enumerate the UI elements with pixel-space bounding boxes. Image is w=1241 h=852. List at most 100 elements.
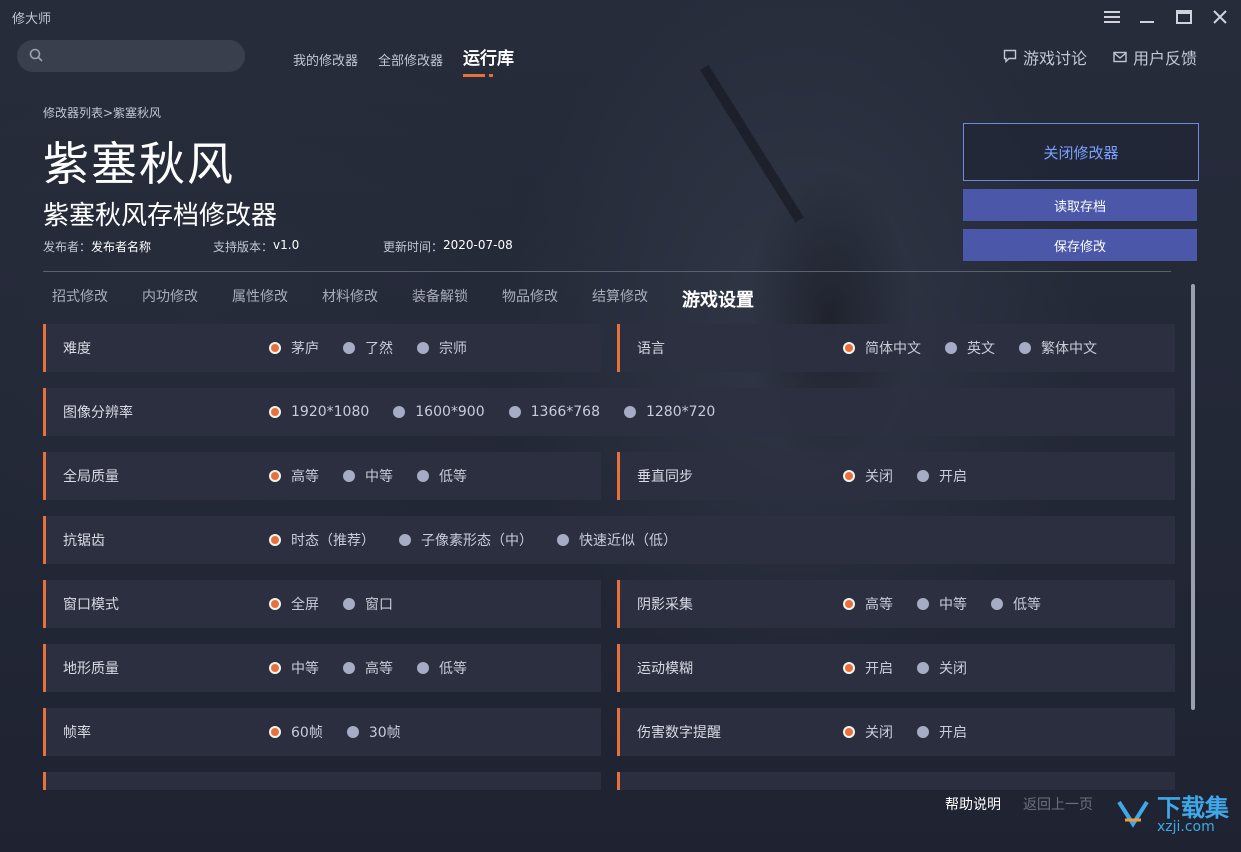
radio-icon <box>917 470 929 482</box>
game-title: 紫塞秋风 <box>43 137 235 191</box>
radio-option[interactable]: 中等 <box>269 658 319 678</box>
tab-materials[interactable]: 材料修改 <box>313 286 403 312</box>
back-link[interactable]: 返回上一页 <box>1023 794 1093 814</box>
meta-info: 发布者： 发布者名称 支持版本： v1.0 更新时间： 2020-07-08 <box>43 238 513 255</box>
menu-icon[interactable] <box>1101 6 1123 28</box>
read-save-button[interactable]: 读取存档 <box>963 189 1197 221</box>
publisher-info: 发布者： 发布者名称 <box>43 238 213 255</box>
option-group: 关闭 开启 <box>843 722 991 742</box>
radio-option[interactable]: 60帧 <box>269 722 323 742</box>
setting-row-partial <box>43 772 601 790</box>
radio-option[interactable]: 关闭 <box>843 722 893 742</box>
radio-option[interactable]: 子像素形态（中） <box>399 530 533 550</box>
option-group: 茅庐 了然 宗师 <box>269 338 491 358</box>
setting-label: 阴影采集 <box>637 597 693 613</box>
radio-option[interactable]: 开启 <box>843 658 893 678</box>
tab-moves[interactable]: 招式修改 <box>43 286 133 312</box>
settings-panel: 难度 茅庐 了然 宗师 语言 简体中文 英文 繁体中文 图像分辨率 1920*1… <box>43 324 1183 790</box>
radio-option[interactable]: 快速近似（低） <box>557 530 677 550</box>
tab-equipment-unlock[interactable]: 装备解锁 <box>403 286 493 312</box>
radio-option[interactable]: 关闭 <box>843 466 893 486</box>
setting-language: 语言 简体中文 英文 繁体中文 <box>617 324 1175 372</box>
tab-game-settings[interactable]: 游戏设置 <box>673 286 763 312</box>
radio-option[interactable]: 低等 <box>417 466 467 486</box>
radio-option[interactable]: 关闭 <box>917 658 967 678</box>
close-icon[interactable] <box>1209 6 1231 28</box>
right-nav: 游戏讨论 用户反馈 <box>1003 45 1197 69</box>
radio-option[interactable]: 时态（推荐） <box>269 530 375 550</box>
top-nav: 我的修改器 全部修改器 运行库 <box>293 44 514 77</box>
radio-option[interactable]: 宗师 <box>417 338 467 358</box>
breadcrumb: 修改器列表>紫塞秋风 <box>43 106 162 120</box>
option-label: 茅庐 <box>291 341 319 357</box>
option-label: 全屏 <box>291 597 319 613</box>
setting-antialiasing: 抗锯齿 时态（推荐） 子像素形态（中） 快速近似（低） <box>43 516 1175 564</box>
tab-items[interactable]: 物品修改 <box>493 286 583 312</box>
radio-option[interactable]: 全屏 <box>269 594 319 614</box>
game-discussion-link[interactable]: 游戏讨论 <box>1003 45 1087 69</box>
radio-option[interactable]: 开启 <box>917 722 967 742</box>
publisher-value: 发布者名称 <box>91 240 152 254</box>
radio-selected-icon <box>269 726 281 738</box>
radio-icon <box>917 726 929 738</box>
watermark-logo-icon <box>1115 796 1151 834</box>
app-title: 修大师 <box>12 12 52 27</box>
option-label: 高等 <box>865 597 893 613</box>
setting-label: 运动模糊 <box>637 661 693 677</box>
header-divider <box>43 271 1171 272</box>
radio-option[interactable]: 低等 <box>417 658 467 678</box>
nav-my-modifiers[interactable]: 我的修改器 <box>293 50 358 73</box>
radio-option[interactable]: 窗口 <box>343 594 393 614</box>
setting-global-quality: 全局质量 高等 中等 低等 <box>43 452 601 500</box>
nav-all-modifiers[interactable]: 全部修改器 <box>378 50 443 73</box>
tab-attributes[interactable]: 属性修改 <box>223 286 313 312</box>
radio-option[interactable]: 开启 <box>917 466 967 486</box>
radio-icon <box>393 406 406 418</box>
setting-difficulty: 难度 茅庐 了然 宗师 <box>43 324 601 372</box>
radio-option[interactable]: 中等 <box>343 466 393 486</box>
radio-option[interactable]: 茅庐 <box>269 338 319 358</box>
option-label: 开启 <box>939 469 967 485</box>
radio-icon <box>343 470 355 482</box>
radio-selected-icon <box>269 406 281 418</box>
scrollbar[interactable] <box>1191 284 1195 710</box>
help-link[interactable]: 帮助说明 <box>945 794 1001 814</box>
nav-runtime-library[interactable]: 运行库 <box>463 44 514 77</box>
radio-option[interactable]: 低等 <box>991 594 1041 614</box>
radio-selected-icon <box>843 598 855 610</box>
maximize-icon[interactable] <box>1173 6 1195 28</box>
search-box[interactable] <box>17 40 245 72</box>
radio-option[interactable]: 1280*720 <box>623 404 715 420</box>
option-label: 关闭 <box>865 725 893 741</box>
radio-option[interactable]: 高等 <box>843 594 893 614</box>
radio-selected-icon <box>269 598 281 610</box>
tab-settlement[interactable]: 结算修改 <box>583 286 673 312</box>
setting-label: 帧率 <box>63 725 91 741</box>
save-changes-button[interactable]: 保存修改 <box>963 229 1197 261</box>
option-label: 子像素形态（中） <box>421 533 533 549</box>
radio-option[interactable]: 英文 <box>945 338 995 358</box>
radio-icon <box>945 342 957 354</box>
mail-icon <box>1113 48 1127 67</box>
radio-option[interactable]: 了然 <box>343 338 393 358</box>
radio-icon <box>417 470 429 482</box>
radio-option[interactable]: 繁体中文 <box>1019 338 1097 358</box>
tab-inner-skills[interactable]: 内功修改 <box>133 286 223 312</box>
radio-option[interactable]: 1600*900 <box>393 404 485 420</box>
user-feedback-link[interactable]: 用户反馈 <box>1113 45 1197 69</box>
option-label: 窗口 <box>365 597 393 613</box>
option-group: 高等 中等 低等 <box>843 594 1065 614</box>
radio-option[interactable]: 中等 <box>917 594 967 614</box>
option-group: 开启 关闭 <box>843 658 991 678</box>
search-input[interactable] <box>51 48 231 64</box>
setting-label: 抗锯齿 <box>63 533 105 549</box>
setting-vsync: 垂直同步 关闭 开启 <box>617 452 1175 500</box>
close-modifier-button[interactable]: 关闭修改器 <box>963 123 1199 181</box>
minimize-icon[interactable] <box>1137 6 1159 28</box>
radio-option[interactable]: 高等 <box>343 658 393 678</box>
radio-option[interactable]: 高等 <box>269 466 319 486</box>
radio-option[interactable]: 1366*768 <box>508 404 600 420</box>
radio-option[interactable]: 30帧 <box>346 722 401 742</box>
radio-option[interactable]: 简体中文 <box>843 338 921 358</box>
radio-option[interactable]: 1920*1080 <box>269 404 369 420</box>
